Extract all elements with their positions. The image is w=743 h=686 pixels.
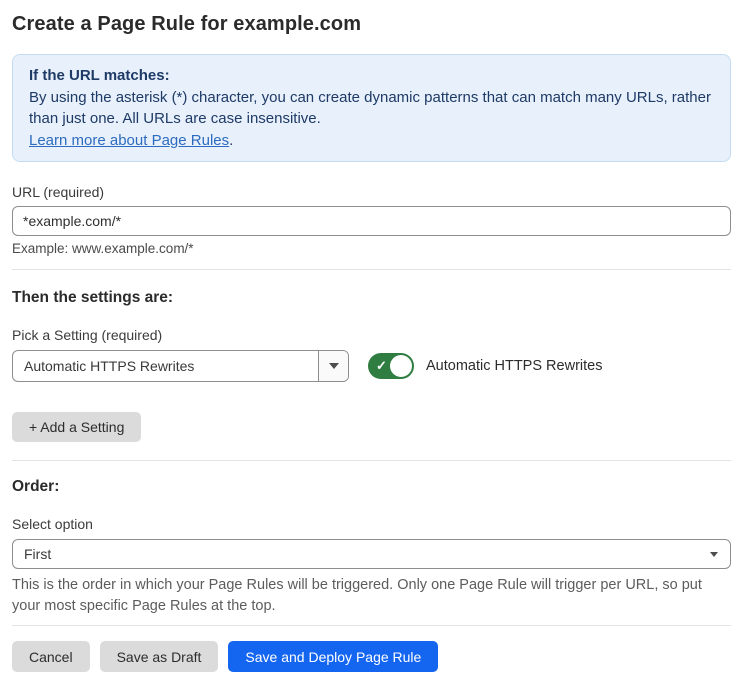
- caret-down-icon: [328, 363, 339, 369]
- url-helper-text: Example: www.example.com/*: [12, 241, 194, 256]
- setting-select[interactable]: Automatic HTTPS Rewrites: [12, 350, 349, 382]
- order-help-text: This is the order in which your Page Rul…: [12, 577, 702, 614]
- settings-heading: Then the settings are:: [12, 289, 174, 306]
- order-select-value: First: [24, 546, 52, 562]
- check-icon: ✓: [376, 358, 387, 374]
- url-input[interactable]: [12, 206, 731, 236]
- toggle-label: Automatic HTTPS Rewrites: [426, 358, 603, 374]
- caret-down-icon: [710, 551, 718, 557]
- divider: [12, 460, 731, 461]
- pick-setting-label: Pick a Setting (required): [12, 327, 163, 343]
- setting-select-value: Automatic HTTPS Rewrites: [24, 358, 195, 374]
- toggle-knob: [390, 355, 412, 377]
- order-heading: Order:: [12, 478, 60, 495]
- info-box-link-line: Learn more about Page Rules.: [29, 130, 714, 152]
- setting-row: Automatic HTTPS Rewrites ✓ Automatic HTT…: [12, 350, 731, 382]
- footer-button-row: Cancel Save as Draft Save and Deploy Pag…: [12, 641, 731, 672]
- order-select[interactable]: First: [12, 539, 731, 569]
- automatic-https-rewrites-toggle[interactable]: ✓: [368, 353, 414, 379]
- save-as-draft-button[interactable]: Save as Draft: [99, 641, 219, 672]
- page-title: Create a Page Rule for example.com: [12, 13, 362, 35]
- divider: [12, 625, 731, 626]
- add-setting-button[interactable]: + Add a Setting: [12, 412, 142, 442]
- cancel-button[interactable]: Cancel: [12, 641, 90, 672]
- learn-more-link[interactable]: Learn more about Page Rules: [29, 132, 229, 149]
- link-suffix: .: [229, 131, 234, 149]
- save-and-deploy-button[interactable]: Save and Deploy Page Rule: [228, 641, 439, 672]
- url-label: URL (required): [12, 184, 105, 200]
- info-box-body: By using the asterisk (*) character, you…: [29, 88, 711, 128]
- divider: [12, 269, 731, 270]
- setting-select-dropdown-button[interactable]: [318, 351, 348, 381]
- info-box-heading: If the URL matches:: [29, 67, 170, 84]
- select-option-label: Select option: [12, 516, 93, 532]
- url-matches-info-box: If the URL matches: By using the asteris…: [12, 54, 731, 162]
